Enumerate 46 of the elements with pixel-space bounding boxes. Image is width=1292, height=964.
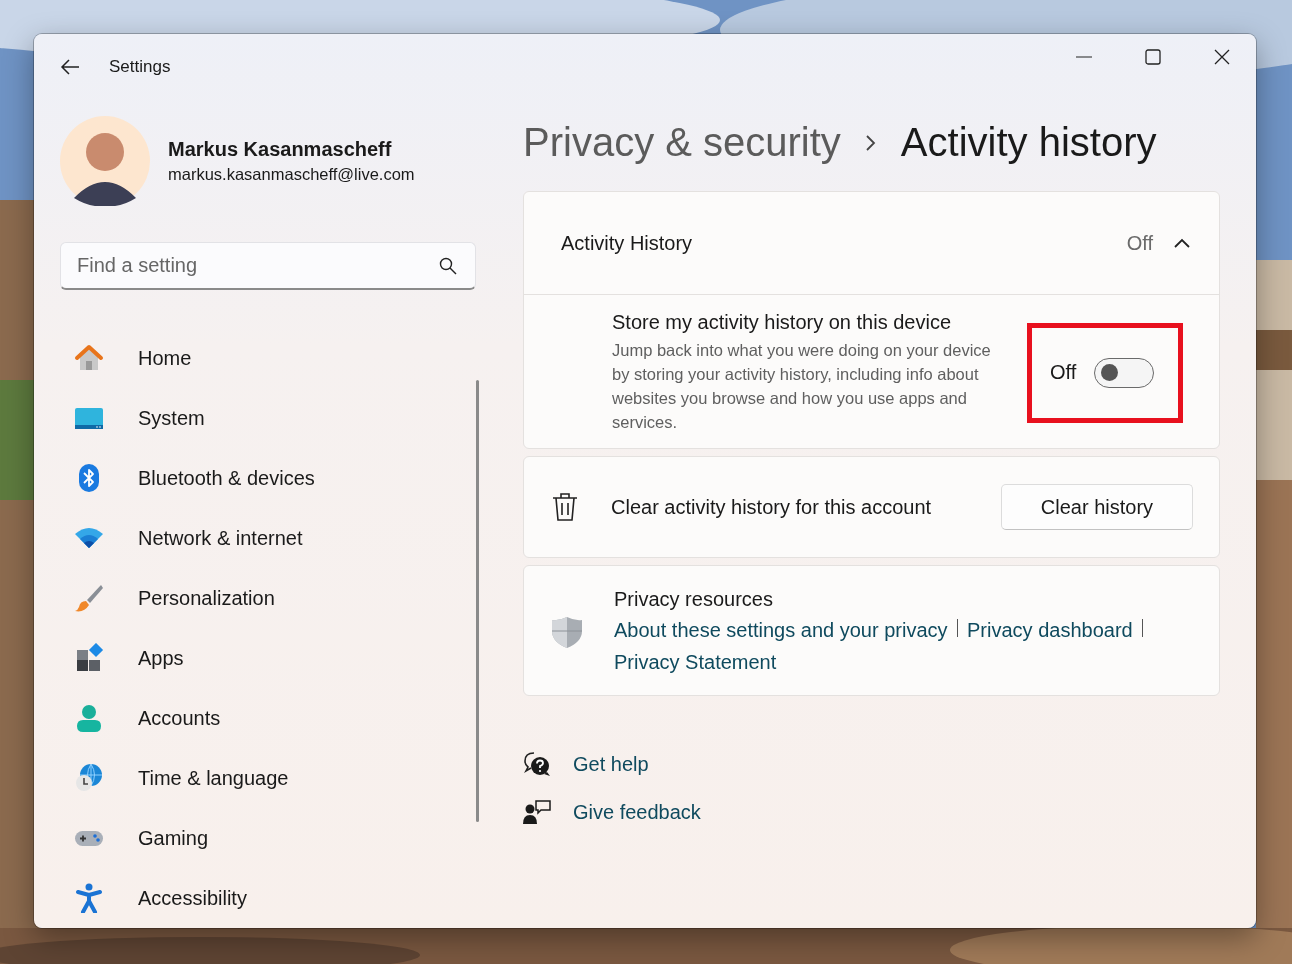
profile-name: Markus Kasanmascheff — [168, 138, 393, 161]
setting-title: Store my activity history on this device — [612, 311, 952, 334]
feedback-icon — [523, 799, 551, 825]
nav-item[interactable]: Home — [138, 346, 192, 370]
setting-label: Clear activity history for this account — [611, 495, 932, 519]
link[interactable]: Privacy dashboard — [967, 617, 1133, 643]
profile-email: markus.kasanmascheff@live.com — [168, 165, 415, 184]
expander-title: Activity History — [561, 231, 693, 255]
expander-status: Off — [1126, 231, 1153, 255]
search-field[interactable]: Find a setting — [60, 242, 476, 290]
nav-item[interactable]: Bluetooth & devices — [138, 466, 315, 490]
link[interactable]: About these settings and your privacy — [614, 617, 948, 643]
nav-item[interactable]: Network & internet — [138, 526, 303, 550]
trash-icon — [552, 492, 578, 522]
apps-icon — [74, 643, 104, 673]
window-title: Settings — [109, 57, 171, 77]
resources-title: Privacy resources — [614, 588, 774, 611]
chevron-right-icon — [864, 133, 877, 152]
nav-item[interactable]: Accounts — [138, 706, 221, 730]
nav-item[interactable]: Time & language — [138, 766, 289, 790]
toggle-label: Off — [1050, 361, 1077, 384]
nav-item[interactable]: Personalization — [138, 586, 275, 610]
help-link[interactable]: Get help — [573, 752, 649, 776]
help-icon — [523, 751, 551, 777]
toggle-switch[interactable] — [1094, 357, 1155, 388]
maximize-icon[interactable] — [1144, 49, 1161, 65]
scrollbar[interactable] — [476, 380, 479, 822]
setting-description: Jump back into what you were doing on your device by storing your activity history, including info about websites you browse and how you use apps and services. — [612, 340, 992, 433]
paintbrush-icon — [74, 583, 104, 613]
chevron-up-icon[interactable] — [1173, 237, 1191, 249]
link[interactable]: Privacy Statement — [614, 649, 777, 675]
breadcrumb-link[interactable]: Privacy & security — [523, 120, 841, 165]
help-link[interactable]: Give feedback — [573, 800, 701, 824]
accessibility-icon — [74, 883, 104, 913]
close-icon[interactable] — [1213, 49, 1230, 65]
clear-history-button[interactable]: Clear history — [1001, 484, 1193, 530]
person-icon — [74, 703, 104, 733]
search-icon — [439, 257, 457, 275]
globe-clock-icon — [74, 763, 104, 793]
house-icon — [74, 343, 104, 373]
page-title: Activity history — [900, 120, 1157, 165]
nav-item[interactable]: Accessibility — [138, 886, 247, 910]
nav-item[interactable]: Apps — [138, 646, 184, 670]
nav-item[interactable]: Gaming — [138, 826, 209, 850]
nav-item[interactable]: System — [138, 406, 205, 430]
shield-icon — [550, 614, 584, 649]
